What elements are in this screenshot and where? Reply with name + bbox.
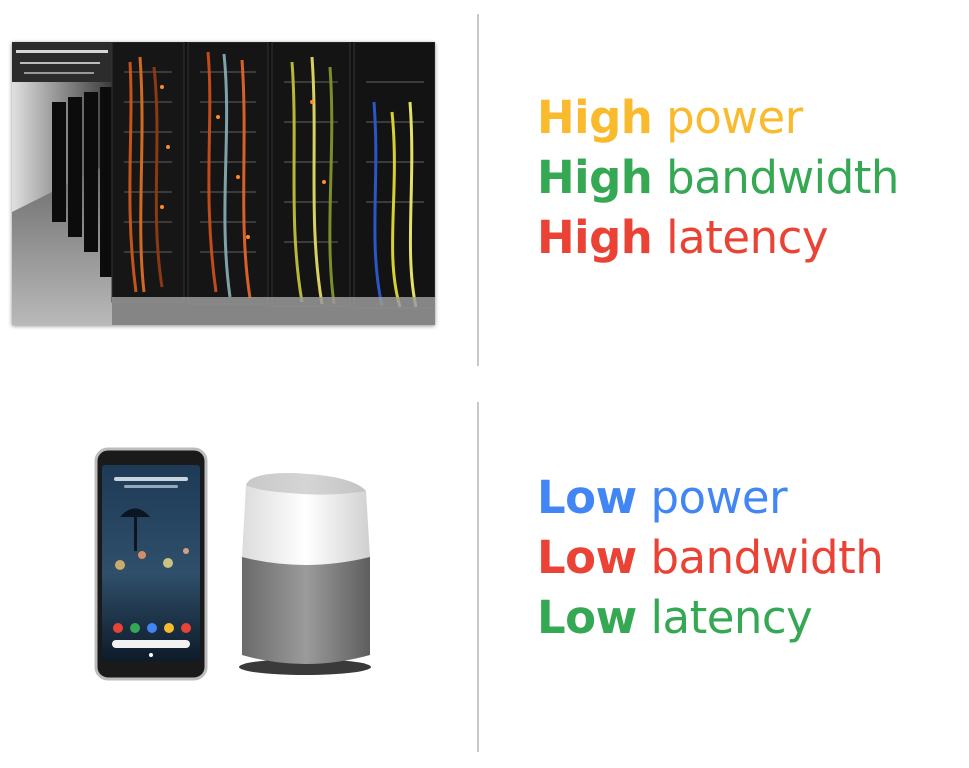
feature-rest: power	[666, 91, 803, 144]
feature-rest: bandwidth	[666, 151, 899, 204]
device-feature-list: Low power Low bandwidth Low latency	[537, 468, 884, 648]
feature-strong: Low	[537, 531, 637, 584]
feature-strong: Low	[537, 471, 637, 524]
feature-line-power: Low power	[537, 468, 883, 528]
server-feature-list: High power High bandwidth High latency	[537, 88, 899, 268]
feature-line-latency: Low latency	[537, 588, 883, 648]
feature-rest: latency	[650, 591, 813, 644]
feature-line-bandwidth: High bandwidth	[537, 148, 899, 208]
smart-speaker-icon	[239, 473, 371, 675]
vertical-divider-top	[477, 14, 479, 366]
feature-rest: latency	[666, 211, 828, 264]
feature-line-bandwidth: Low bandwidth	[537, 528, 884, 588]
smartphone-icon	[94, 447, 208, 681]
feature-line-latency: High latency	[537, 208, 899, 268]
feature-strong: High	[537, 91, 653, 144]
feature-strong: High	[537, 211, 653, 264]
feature-rest: bandwidth	[650, 531, 884, 584]
vertical-divider-bottom	[477, 402, 479, 752]
datacenter-image	[12, 42, 435, 325]
feature-strong: High	[537, 151, 653, 204]
feature-line-power: High power	[537, 88, 899, 148]
feature-rest: power	[650, 471, 788, 524]
devices-image	[90, 445, 390, 685]
feature-strong: Low	[537, 591, 637, 644]
